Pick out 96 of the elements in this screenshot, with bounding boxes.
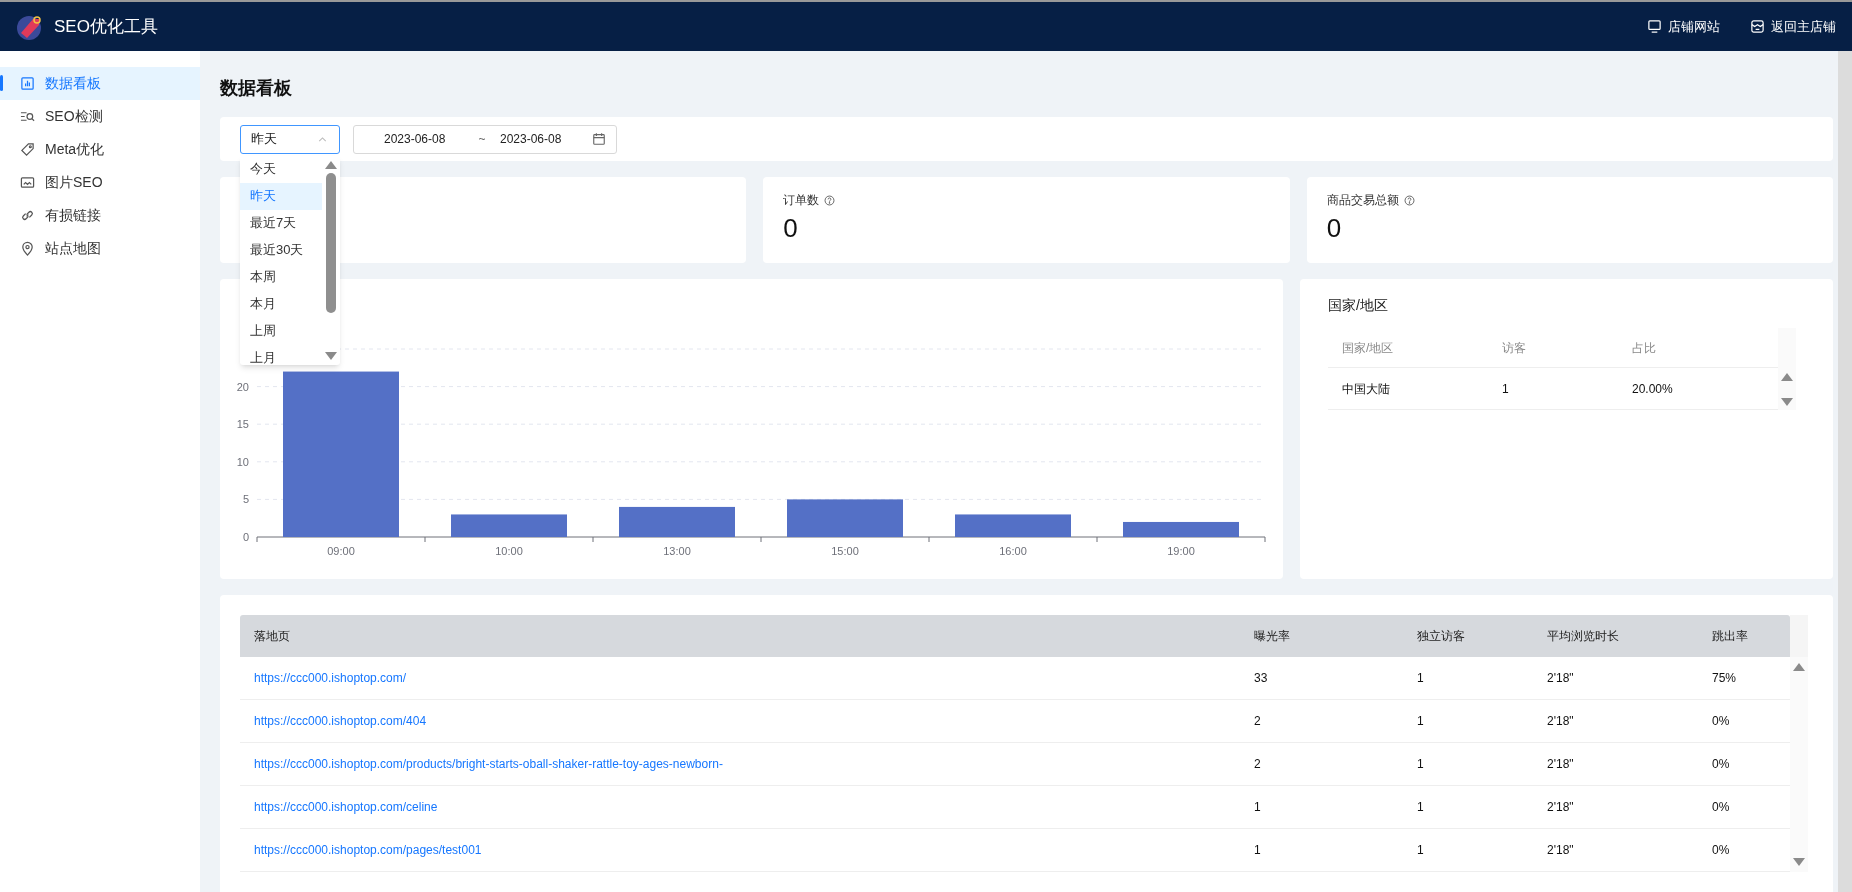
link-icon bbox=[20, 208, 35, 223]
table-cell-text: 2'18" bbox=[1547, 756, 1575, 773]
table-scrollbar[interactable] bbox=[1778, 328, 1796, 410]
table-cell-text: 1 bbox=[1417, 842, 1425, 859]
period-select[interactable]: 昨天 bbox=[240, 124, 340, 154]
table-cell-text: 2 bbox=[1254, 756, 1262, 773]
header-link[interactable]: 店铺网站 bbox=[1647, 16, 1720, 37]
table-cell-text: 1 bbox=[1254, 842, 1262, 859]
sidebar-item[interactable]: SEO检测 bbox=[0, 100, 200, 133]
stat-value: 0 bbox=[783, 215, 799, 241]
axis-tick-label: 19:00 bbox=[1167, 545, 1195, 557]
table-cell-text: 75% bbox=[1712, 670, 1738, 687]
axis-tick-label: 10 bbox=[236, 455, 249, 468]
image-icon bbox=[20, 175, 35, 190]
card-title: 国家/地区 bbox=[1328, 296, 1389, 315]
axis-tick-label: 09:00 bbox=[327, 545, 355, 557]
table-cell-text: 1 bbox=[1254, 799, 1262, 816]
table-cell-text: 2'18" bbox=[1547, 799, 1575, 816]
column-header: 占比 bbox=[1632, 339, 1657, 357]
stat-label: 订单数 bbox=[783, 192, 820, 209]
axis-tick-label: 15 bbox=[236, 418, 249, 431]
bar-chart-icon bbox=[20, 76, 35, 91]
scrollbar-thumb[interactable] bbox=[326, 172, 336, 313]
dropdown-option[interactable]: 上月 bbox=[240, 344, 322, 365]
table-cell-text: 中国大陆 bbox=[1342, 380, 1391, 398]
header-link[interactable]: 返回主店铺 bbox=[1750, 16, 1836, 37]
table-cell-text: 2'18" bbox=[1547, 670, 1575, 687]
axis-tick-label: 20 bbox=[236, 380, 249, 393]
start-date: 2023-06-08 bbox=[384, 131, 447, 148]
column-header: 访客 bbox=[1502, 339, 1527, 357]
axis-tick-label: 15:00 bbox=[831, 545, 859, 557]
scroll-down-arrow[interactable] bbox=[325, 351, 337, 360]
table-cell-text: 1 bbox=[1417, 670, 1425, 687]
monitor-icon bbox=[1647, 19, 1662, 34]
axis-tick-label: 10:00 bbox=[495, 545, 523, 557]
table-cell-text: 1 bbox=[1417, 713, 1425, 730]
help-icon bbox=[824, 194, 836, 206]
page-link[interactable]: https://ccc000.ishoptop.com/ bbox=[254, 669, 1254, 687]
page-link[interactable]: https://ccc000.ishoptop.com/products/bright-starts-oball-shaker-rattle-toy-ages-newborn- bbox=[254, 755, 1254, 773]
dropdown-option[interactable]: 最近7天 bbox=[240, 209, 322, 237]
page-scrollbar[interactable] bbox=[1838, 51, 1852, 892]
app-title: SEO优化工具 bbox=[54, 15, 158, 38]
scroll-up-arrow[interactable] bbox=[1781, 373, 1793, 381]
search-list-icon bbox=[20, 109, 35, 124]
column-header: 跳出率 bbox=[1712, 628, 1749, 645]
dropdown-option[interactable]: 今天 bbox=[240, 155, 322, 183]
scroll-up-arrow[interactable] bbox=[1793, 663, 1805, 671]
store-icon bbox=[1750, 19, 1765, 34]
table-cell-text: 0% bbox=[1712, 756, 1731, 773]
date-range-picker[interactable]: 2023-06-08 ~ 2023-06-08 bbox=[353, 124, 617, 154]
axis-tick-label: 5 bbox=[242, 493, 249, 506]
table-cell-text: 2 bbox=[1254, 713, 1262, 730]
column-header: 曝光率 bbox=[1254, 628, 1291, 645]
sidebar-item[interactable]: 站点地图 bbox=[0, 232, 200, 265]
scroll-down-arrow[interactable] bbox=[1781, 398, 1793, 406]
table-cell-text: 20.00% bbox=[1632, 380, 1674, 398]
range-separator: ~ bbox=[477, 131, 487, 148]
column-header: 国家/地区 bbox=[1342, 339, 1395, 357]
help-icon bbox=[1403, 194, 1415, 206]
end-date: 2023-06-08 bbox=[500, 131, 563, 148]
axis-tick-label: 0 bbox=[242, 531, 249, 543]
column-header: 落地页 bbox=[254, 628, 291, 645]
sidebar-item[interactable]: 数据看板 bbox=[0, 67, 200, 100]
sidebar-item[interactable]: Meta优化 bbox=[0, 133, 200, 166]
table-cell-text: 1 bbox=[1417, 756, 1425, 773]
column-header: 平均浏览时长 bbox=[1547, 628, 1620, 645]
dropdown-option[interactable]: 最近30天 bbox=[240, 236, 322, 264]
axis-tick-label: 16:00 bbox=[999, 545, 1027, 557]
scroll-down-arrow[interactable] bbox=[1793, 858, 1805, 866]
page-link[interactable]: https://ccc000.ishoptop.com/pages/test001 bbox=[254, 841, 1254, 859]
page-link[interactable]: https://ccc000.ishoptop.com/celine bbox=[254, 798, 1254, 816]
stat-label: 商品交易总额 bbox=[1326, 192, 1399, 209]
tag-icon bbox=[20, 142, 35, 157]
sidebar-item[interactable]: 有损链接 bbox=[0, 199, 200, 232]
dropdown-option[interactable]: 本周 bbox=[240, 263, 322, 291]
table-scrollbar[interactable] bbox=[1790, 657, 1808, 872]
table-cell-text: 1 bbox=[1502, 380, 1510, 398]
dropdown-option[interactable]: 上周 bbox=[240, 317, 322, 345]
stat-value: 0 bbox=[1326, 215, 1343, 241]
sidebar-item[interactable]: 图片SEO bbox=[0, 166, 200, 199]
table-cell-text: 2'18" bbox=[1547, 713, 1575, 730]
scroll-up-arrow[interactable] bbox=[325, 160, 337, 169]
table-cell-text: 0% bbox=[1712, 799, 1731, 816]
table-cell-text: 1 bbox=[1417, 799, 1425, 816]
dropdown-option[interactable]: 昨天 bbox=[240, 182, 322, 210]
column-header: 独立访客 bbox=[1417, 628, 1466, 645]
dropdown-option[interactable]: 本月 bbox=[240, 290, 322, 318]
map-pin-icon bbox=[20, 241, 35, 256]
table-cell-text: 0% bbox=[1712, 713, 1731, 730]
axis-tick-label: 13:00 bbox=[663, 545, 691, 557]
table-cell-text: 2'18" bbox=[1547, 842, 1575, 859]
page-link[interactable]: https://ccc000.ishoptop.com/404 bbox=[254, 712, 1254, 730]
page-title: 数据看板 bbox=[220, 76, 293, 100]
table-cell-text: 33 bbox=[1254, 670, 1269, 687]
calendar-icon bbox=[592, 132, 606, 146]
table-cell-text: 0% bbox=[1712, 842, 1731, 859]
